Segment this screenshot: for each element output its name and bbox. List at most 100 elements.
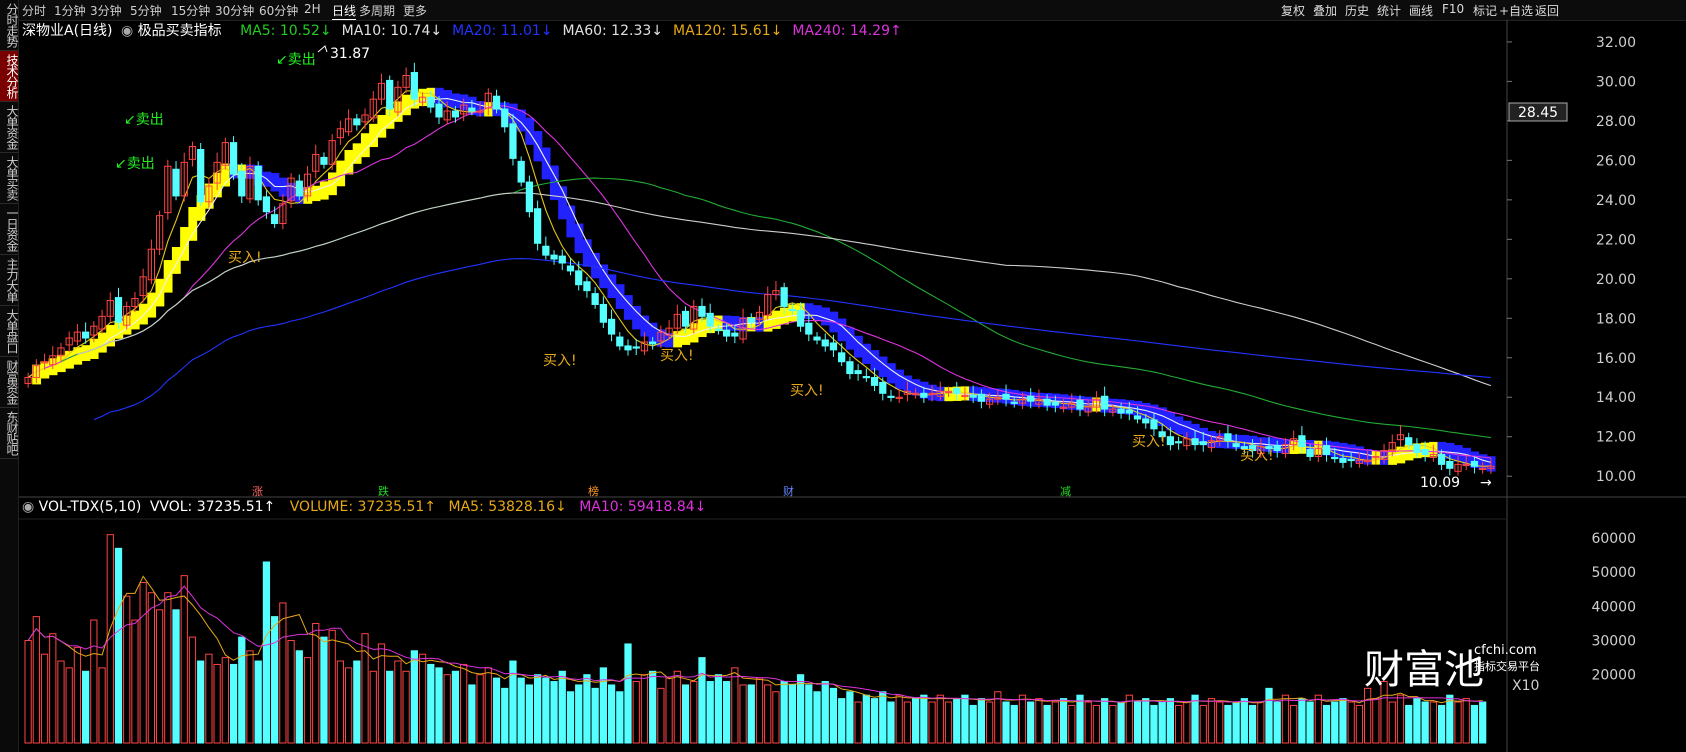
candle-body <box>533 208 542 244</box>
signal-band-block <box>689 323 699 343</box>
signal-band-block <box>993 388 1003 403</box>
signal-band-block <box>1100 397 1110 413</box>
toolbar-button-6[interactable]: 标记 <box>1473 2 1497 19</box>
tab-period-5[interactable]: 30分钟 <box>215 2 254 19</box>
toolbar-button-7[interactable]: +自选 <box>1499 2 1533 19</box>
candle-body <box>1413 444 1421 454</box>
sidebar-item-4[interactable]: 一日资金 <box>0 204 19 255</box>
tab-period-4[interactable]: 15分钟 <box>171 2 210 19</box>
tab-period-8[interactable]: 日线 <box>332 2 357 20</box>
volume-bar <box>739 684 747 744</box>
volume-bar <box>1109 704 1117 744</box>
candle-body <box>1347 458 1355 462</box>
candle-body <box>575 270 583 286</box>
candle-body <box>1388 442 1396 452</box>
signal-band-block <box>747 317 756 332</box>
signal-band-block <box>640 315 650 337</box>
sidebar-item-7[interactable]: 财富资金 <box>0 357 19 408</box>
signal-band-block <box>607 274 617 299</box>
toolbar-button-0[interactable]: 复权 <box>1281 2 1305 19</box>
signal-band-block <box>771 310 781 329</box>
candle-body <box>147 248 155 281</box>
candle-body <box>1199 441 1207 446</box>
volume-bar <box>796 674 805 744</box>
signal-band-block <box>171 246 181 274</box>
volume-bar <box>205 653 213 744</box>
signal-band-block <box>1322 440 1332 456</box>
volume-tick-label: 60000 <box>1591 531 1636 547</box>
signal-band-block <box>804 303 814 320</box>
candle-body <box>205 185 213 203</box>
tab-period-3[interactable]: 5分钟 <box>130 2 162 19</box>
indicator-toggle-icon[interactable]: ◉ <box>121 23 133 39</box>
toolbar-button-3[interactable]: 统计 <box>1377 2 1401 19</box>
toolbar-button-2[interactable]: 历史 <box>1345 2 1369 19</box>
candle-body <box>1298 435 1306 448</box>
volume-bar <box>731 667 739 744</box>
volume-bar <box>271 616 279 744</box>
toolbar-button-5[interactable]: F10 <box>1442 2 1464 16</box>
signal-band-block <box>541 147 551 180</box>
signal-band-block <box>829 311 839 333</box>
indicator-name[interactable]: 极品买卖指标 <box>138 23 222 39</box>
volume-bar <box>1248 704 1257 744</box>
signal-band-block <box>1010 389 1019 406</box>
volume-bar <box>977 698 986 744</box>
candle-body <box>772 290 780 296</box>
signal-band-block <box>1421 442 1430 458</box>
tab-period-0[interactable]: 分时 <box>22 2 46 19</box>
tab-period-2[interactable]: 3分钟 <box>90 2 122 19</box>
sidebar-item-6[interactable]: 大单盘口 <box>0 306 19 357</box>
volume-bar <box>1273 701 1281 744</box>
sidebar-item-5[interactable]: 主力大单 <box>0 255 19 306</box>
volume-ma5-line <box>27 575 1483 704</box>
volume-bar <box>887 701 895 744</box>
signal-band-block <box>1084 396 1093 412</box>
volume-bar <box>1084 701 1092 744</box>
signal-band-block <box>1215 433 1225 449</box>
volume-bar <box>229 663 238 744</box>
signal-band-block <box>319 181 329 200</box>
candle-body <box>1117 408 1125 414</box>
candle-body <box>1232 443 1240 448</box>
tab-period-1[interactable]: 1分钟 <box>54 2 86 19</box>
signal-band-block <box>418 88 428 107</box>
sidebar-item-1[interactable]: 技术分析 <box>0 51 19 102</box>
candle-body <box>460 104 468 115</box>
sidebar-item-0[interactable]: 分时走势 <box>0 0 19 51</box>
toolbar-button-4[interactable]: 画线 <box>1409 2 1433 19</box>
signal-band-block <box>1396 446 1406 464</box>
stock-name[interactable]: 深物业A(日线) <box>22 23 113 39</box>
signal-band-block <box>139 303 148 325</box>
candle-body <box>49 355 57 366</box>
tab-period-6[interactable]: 60分钟 <box>259 2 298 19</box>
signal-band-block <box>196 194 206 221</box>
toolbar-button-1[interactable]: 叠加 <box>1313 2 1337 19</box>
signal-band-block <box>1059 394 1069 410</box>
candle-body <box>838 352 846 363</box>
volume-bar <box>82 670 90 744</box>
tab-period-9[interactable]: 多周期 <box>359 2 395 19</box>
toolbar-button-8[interactable]: 返回 <box>1535 2 1559 19</box>
signal-band-block <box>1453 445 1463 462</box>
volume-bar <box>492 677 501 744</box>
signal-band-block <box>1223 434 1233 449</box>
candle-body <box>1092 398 1101 408</box>
tab-period-7[interactable]: 2H <box>304 2 321 16</box>
candle-body <box>1470 460 1479 467</box>
signal-band-block <box>1429 441 1439 457</box>
sidebar-item-8[interactable]: 东财贴吧 <box>0 408 19 459</box>
volume-bar <box>533 674 542 744</box>
buy-signal-1: 买入! <box>543 353 577 369</box>
tab-period-10[interactable]: 更多 <box>403 2 427 19</box>
sidebar-item-2[interactable]: 大单资金 <box>0 102 19 153</box>
candle-body <box>624 345 632 351</box>
indicator-toggle-icon[interactable]: ◉ <box>22 499 34 515</box>
vol-indicator-name[interactable]: VOL-TDX(5,10) <box>39 499 142 515</box>
volume-bar <box>139 581 147 744</box>
volume-bar <box>40 653 49 744</box>
sidebar-item-3[interactable]: 大单买卖 <box>0 153 19 204</box>
candle-body <box>1487 465 1495 469</box>
signal-band-block <box>508 103 518 124</box>
kline-chart[interactable]: 10.00 12.00 14.00 16.00 18.00 20.00 22.00 24.00… <box>0 0 1686 752</box>
